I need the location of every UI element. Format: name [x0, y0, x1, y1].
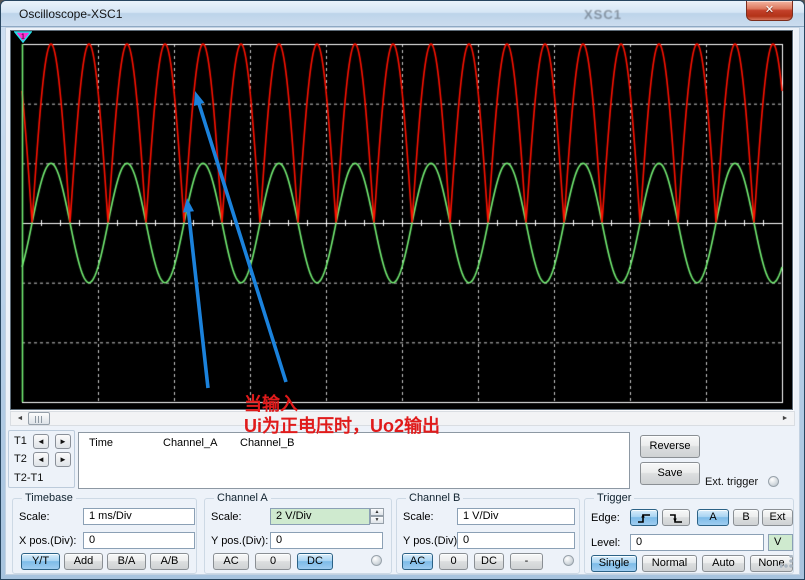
t1-left-icon: ◄: [37, 437, 45, 446]
channel-b-dc-button[interactable]: DC: [474, 553, 504, 570]
channel-a-zero-button[interactable]: 0: [255, 553, 291, 570]
scroll-left-icon: ◄: [17, 415, 24, 422]
channel-a-dc-button[interactable]: DC: [297, 553, 333, 570]
channel-b-ypos-field[interactable]: 0: [457, 532, 575, 549]
scope-display: 1: [10, 30, 793, 410]
oscilloscope-window: Oscilloscope-XSC1 XSC1 ✕ 1 ◄ ►: [0, 0, 805, 580]
reverse-button[interactable]: Reverse: [640, 435, 700, 458]
scrollbar-grip-icon: [35, 416, 44, 423]
t2-right-button[interactable]: ►: [55, 452, 71, 467]
channel-b-group: Channel B Scale: 1 V/Div Y pos.(Div): 0 …: [396, 498, 580, 574]
channel-b-zero-button[interactable]: 0: [439, 553, 468, 570]
column-header-time: Time: [89, 437, 113, 449]
channel-b-scale-label: Scale:: [403, 511, 434, 523]
trigger-mode-single-button[interactable]: Single: [591, 555, 637, 572]
timebase-group: Timebase Scale: 1 ms/Div X pos.(Div): 0 …: [12, 498, 197, 574]
trigger-mode-auto-button[interactable]: Auto: [702, 555, 745, 572]
edge-rising-icon: [637, 512, 651, 524]
cursor-panel: T1 ◄ ► T2 ◄ ► T2-T1: [8, 430, 75, 488]
trigger-title: Trigger: [594, 492, 634, 504]
trigger-marker-number: 1: [21, 34, 25, 41]
column-header-channel-a: Channel_A: [163, 437, 217, 449]
trigger-source-b-button[interactable]: B: [733, 509, 759, 526]
ext-trigger-led-icon[interactable]: [768, 476, 779, 487]
t2-right-icon: ►: [59, 455, 67, 464]
spinner-down-icon: ▼: [375, 517, 380, 523]
channel-a-ac-button[interactable]: AC: [213, 553, 249, 570]
channel-a-ypos-field[interactable]: 0: [270, 532, 383, 549]
timebase-scale-field[interactable]: 1 ms/Div: [83, 508, 195, 525]
trigger-mode-normal-button[interactable]: Normal: [642, 555, 697, 572]
channel-a-group: Channel A Scale: 2 V/Div ▲ ▼ Y pos.(Div)…: [204, 498, 392, 574]
channel-b-title: Channel B: [406, 492, 463, 504]
trigger-group: Trigger Edge: A B Ext Level: 0 V Single: [584, 498, 794, 574]
spinner-down-button[interactable]: ▼: [370, 516, 384, 524]
resize-grip[interactable]: [780, 555, 794, 569]
close-button[interactable]: ✕: [746, 1, 793, 21]
t1-right-icon: ►: [59, 437, 67, 446]
t1-right-button[interactable]: ►: [55, 434, 71, 449]
column-header-channel-b: Channel_B: [240, 437, 294, 449]
t2-left-button[interactable]: ◄: [33, 452, 49, 467]
trigger-edge-label: Edge:: [591, 512, 620, 524]
close-icon: ✕: [765, 4, 774, 16]
t2-label: T2: [14, 453, 27, 465]
timebase-scale-label: Scale:: [19, 511, 50, 523]
window-title: Oscilloscope-XSC1: [19, 7, 122, 21]
t2-left-icon: ◄: [37, 455, 45, 464]
spinner-up-icon: ▲: [375, 509, 380, 515]
scroll-right-button[interactable]: ►: [778, 413, 792, 424]
edge-falling-icon: [669, 512, 683, 524]
trigger-level-unit[interactable]: V: [768, 534, 793, 551]
dialog-body: 1 ◄ ► T1 ◄ ► T2 ◄ ►: [5, 27, 800, 575]
timebase-yt-button[interactable]: Y/T: [21, 553, 60, 570]
measurement-readout: Time Channel_A Channel_B: [78, 432, 630, 489]
channel-a-scale-field[interactable]: 2 V/Div: [270, 508, 370, 525]
channel-a-scale-spinner: ▲ ▼: [370, 508, 384, 525]
scroll-right-icon: ►: [782, 415, 789, 422]
timebase-ab-button[interactable]: A/B: [150, 553, 189, 570]
timebase-title: Timebase: [22, 492, 76, 504]
save-button[interactable]: Save: [640, 462, 700, 485]
edge-falling-button[interactable]: [662, 509, 690, 526]
spinner-up-button[interactable]: ▲: [370, 508, 384, 516]
timebase-ba-button[interactable]: B/A: [107, 553, 146, 570]
channel-a-scale-label: Scale:: [211, 511, 242, 523]
edge-rising-button[interactable]: [630, 509, 658, 526]
t1-left-button[interactable]: ◄: [33, 434, 49, 449]
trigger-source-a-button[interactable]: A: [697, 509, 729, 526]
channel-b-scale-field[interactable]: 1 V/Div: [457, 508, 575, 525]
timebase-xpos-field[interactable]: 0: [83, 532, 195, 549]
annotation-text-line2: Ui为正电压时，Uo2输出: [244, 416, 440, 437]
channel-b-ac-button[interactable]: AC: [402, 553, 433, 570]
scrollbar-thumb[interactable]: [28, 412, 50, 425]
channel-b-led-icon: [563, 555, 574, 566]
trigger-level-label: Level:: [591, 537, 620, 549]
scroll-left-button[interactable]: ◄: [13, 413, 27, 424]
background-watermark: XSC1: [584, 7, 622, 22]
t1-label: T1: [14, 435, 27, 447]
channel-a-led-icon: [371, 555, 382, 566]
t2-t1-label: T2-T1: [14, 472, 43, 484]
annotation-text-line1: 当输入: [244, 394, 298, 415]
ext-trigger-label: Ext. trigger: [705, 476, 758, 488]
channel-b-ypos-label: Y pos.(Div):: [403, 535, 460, 547]
waveform-canvas: [11, 31, 792, 409]
trigger-level-field[interactable]: 0: [630, 534, 764, 551]
channel-a-ypos-label: Y pos.(Div):: [211, 535, 268, 547]
channel-b-minus-button[interactable]: -: [510, 553, 543, 570]
title-bar[interactable]: Oscilloscope-XSC1 XSC1 ✕: [1, 1, 804, 27]
trigger-source-ext-button[interactable]: Ext: [762, 509, 793, 526]
channel-a-title: Channel A: [214, 492, 271, 504]
trigger-position-marker[interactable]: 1: [14, 31, 32, 43]
timebase-xpos-label: X pos.(Div):: [19, 535, 76, 547]
timebase-add-button[interactable]: Add: [64, 553, 103, 570]
